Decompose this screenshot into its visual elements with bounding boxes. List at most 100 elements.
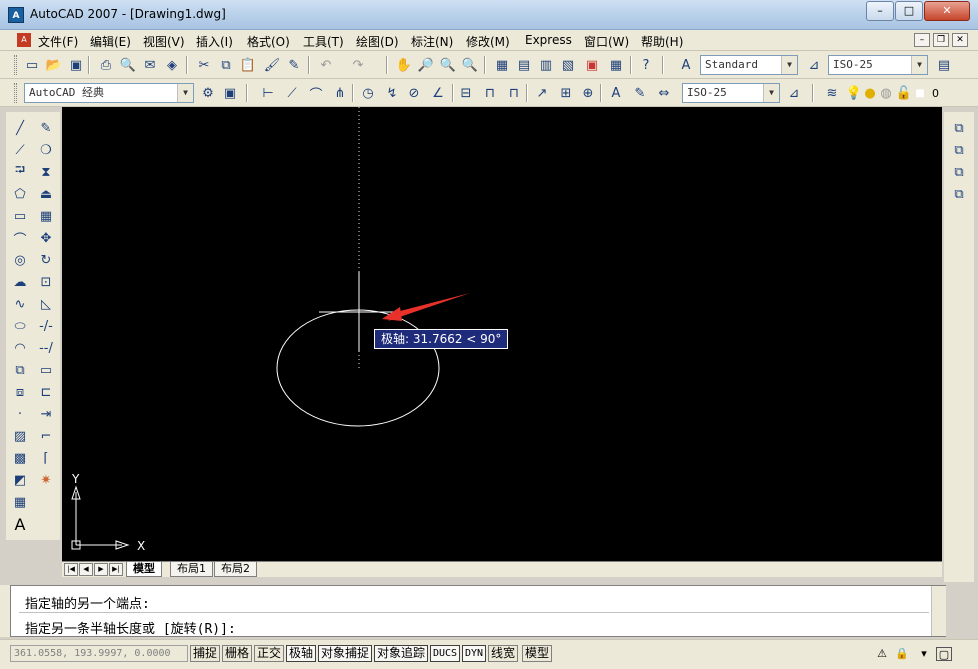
redo-icon[interactable]: ↷ <box>348 55 368 75</box>
table-style-icon[interactable]: ▤ <box>934 55 954 75</box>
undo-icon[interactable]: ↶ <box>316 55 336 75</box>
spline-icon[interactable]: ∿ <box>10 294 30 314</box>
menu-tools[interactable]: 工具(T) <box>303 33 344 50</box>
radius-dimension-icon[interactable]: ◷ <box>358 83 378 103</box>
dimension-style-icon[interactable]: ⊿ <box>784 83 804 103</box>
quick-dimension-icon[interactable]: ⊟ <box>456 83 476 103</box>
offset-icon[interactable]: ⏏ <box>36 184 56 204</box>
table-icon[interactable]: ▦ <box>10 492 30 512</box>
dim-style-icon[interactable]: ⊿ <box>804 55 824 75</box>
doc-minimize-button[interactable]: – <box>914 33 930 47</box>
chevron-down-icon[interactable]: ▼ <box>911 56 927 74</box>
minimize-button[interactable]: – <box>866 1 894 21</box>
menu-dimension[interactable]: 标注(N) <box>411 33 453 50</box>
menu-file[interactable]: 文件(F) <box>38 33 78 50</box>
3d-dwf-icon[interactable]: ◈ <box>162 55 182 75</box>
markup-icon[interactable]: ▣ <box>582 55 602 75</box>
center-mark-icon[interactable]: ⊕ <box>578 83 598 103</box>
workspace-settings-icon[interactable]: ⚙ <box>198 83 218 103</box>
send-to-back-icon[interactable]: ⧉ <box>949 140 969 160</box>
zoom-window-icon[interactable]: 🔍 <box>438 55 458 75</box>
tool-palettes-icon[interactable]: ▥ <box>536 55 556 75</box>
rectangle-icon[interactable]: ▭ <box>10 206 30 226</box>
diameter-dimension-icon[interactable]: ⊘ <box>404 83 424 103</box>
ordinate-dimension-icon[interactable]: ⋔ <box>330 83 350 103</box>
properties-icon[interactable]: ▦ <box>492 55 512 75</box>
join-icon[interactable]: ⇥ <box>36 404 56 424</box>
revision-cloud-icon[interactable]: ☁ <box>10 272 30 292</box>
last-tab-button[interactable]: ▶| <box>109 563 123 576</box>
menu-insert[interactable]: 插入(I) <box>196 33 233 50</box>
ellipse-icon[interactable]: ⬭ <box>10 316 30 336</box>
doc-close-button[interactable]: ✕ <box>952 33 968 47</box>
plot-preview-icon[interactable]: 🔍 <box>118 55 138 75</box>
tab-model[interactable]: 模型 <box>126 562 162 577</box>
stretch-icon[interactable]: ◺ <box>36 294 56 314</box>
next-tab-button[interactable]: ▶ <box>94 563 108 576</box>
mirror-icon[interactable]: ⧗ <box>36 162 56 182</box>
bring-to-front-icon[interactable]: ⧉ <box>949 118 969 138</box>
arc-length-icon[interactable]: ⌒ <box>306 83 326 103</box>
aligned-dimension-icon[interactable]: ⟋ <box>282 83 302 103</box>
tab-layout1[interactable]: 布局1 <box>170 562 213 577</box>
text-style-select[interactable]: Standard ▼ <box>700 55 798 75</box>
point-icon[interactable]: · <box>10 404 30 424</box>
ellipse-arc-icon[interactable]: ◠ <box>10 338 30 358</box>
fillet-icon[interactable]: ⌈ <box>36 448 56 468</box>
array-icon[interactable]: ▦ <box>36 206 56 226</box>
trim-icon[interactable]: -/- <box>36 316 56 336</box>
open-file-icon[interactable]: 📂 <box>44 55 64 75</box>
dimension-edit-icon[interactable]: A <box>606 83 626 103</box>
my-workspace-icon[interactable]: ▣ <box>220 83 240 103</box>
multiline-text-icon[interactable]: A <box>10 514 30 534</box>
extend-icon[interactable]: --/ <box>36 338 56 358</box>
polar-toggle[interactable]: 极轴 <box>286 645 317 662</box>
lineweight-toggle[interactable]: 线宽 <box>488 645 519 662</box>
menu-window[interactable]: 窗口(W) <box>584 33 629 50</box>
status-menu-icon[interactable]: ▾ <box>916 647 932 661</box>
erase-icon[interactable]: ✎ <box>36 118 56 138</box>
move-icon[interactable]: ✥ <box>36 228 56 248</box>
autocad-app-icon[interactable]: A <box>8 7 24 23</box>
command-scrollbar[interactable] <box>931 586 946 636</box>
copy-object-icon[interactable]: ❍ <box>36 140 56 160</box>
dim-style-select-2[interactable]: ISO-25 ▼ <box>682 83 780 103</box>
continue-dimension-icon[interactable]: ⊓ <box>504 83 524 103</box>
dimension-text-edit-icon[interactable]: ✎ <box>630 83 650 103</box>
text-style-icon[interactable]: A <box>676 55 696 75</box>
model-toggle[interactable]: 模型 <box>522 645 553 662</box>
polygon-icon[interactable]: ⬠ <box>10 184 30 204</box>
chevron-down-icon[interactable]: ▼ <box>781 56 797 74</box>
copy-icon[interactable]: ⧉ <box>216 55 236 75</box>
otrack-toggle[interactable]: 对象追踪 <box>374 645 429 662</box>
menu-format[interactable]: 格式(O) <box>247 33 290 50</box>
drawing-area[interactable]: Y X 极轴: 31.7662 < 90° <box>62 107 942 561</box>
command-line-grip[interactable] <box>0 585 10 637</box>
command-line-window[interactable]: 指定轴的另一个端点: 指定另一条半轴长度或 [旋转(R)]: <box>10 585 946 637</box>
new-file-icon[interactable]: ▭ <box>22 55 42 75</box>
chevron-down-icon[interactable]: ▼ <box>763 84 779 102</box>
dim-style-select[interactable]: ISO-25 ▼ <box>828 55 928 75</box>
cut-icon[interactable]: ✂ <box>194 55 214 75</box>
clean-screen-icon[interactable]: ▢ <box>936 647 952 661</box>
polyline-icon[interactable]: ⮒ <box>10 162 30 182</box>
make-block-icon[interactable]: ⧈ <box>10 382 30 402</box>
pan-realtime-icon[interactable]: ✋ <box>394 55 414 75</box>
coordinate-readout[interactable]: 361.0558, 193.9997, 0.0000 <box>10 645 188 662</box>
layer-color-icon[interactable]: ■ <box>910 83 930 103</box>
menu-express[interactable]: Express <box>525 33 572 47</box>
chevron-down-icon[interactable]: ▼ <box>177 84 193 102</box>
toolbar-lock-icon[interactable]: 🔒 <box>894 647 910 661</box>
maximize-button[interactable]: □ <box>895 1 923 21</box>
zoom-previous-icon[interactable]: 🔍 <box>460 55 480 75</box>
rotate-icon[interactable]: ↻ <box>36 250 56 270</box>
menu-draw[interactable]: 绘图(D) <box>356 33 399 50</box>
layer-viewport-icon[interactable]: ◍ <box>876 83 896 103</box>
menu-help[interactable]: 帮助(H) <box>641 33 683 50</box>
region-icon[interactable]: ◩ <box>10 470 30 490</box>
ortho-toggle[interactable]: 正交 <box>254 645 285 662</box>
print-icon[interactable]: ⎙ <box>96 55 116 75</box>
workspace-select[interactable]: AutoCAD 经典 ▼ <box>24 83 194 103</box>
ducs-toggle[interactable]: DUCS <box>430 645 461 662</box>
chamfer-icon[interactable]: ⌐ <box>36 426 56 446</box>
